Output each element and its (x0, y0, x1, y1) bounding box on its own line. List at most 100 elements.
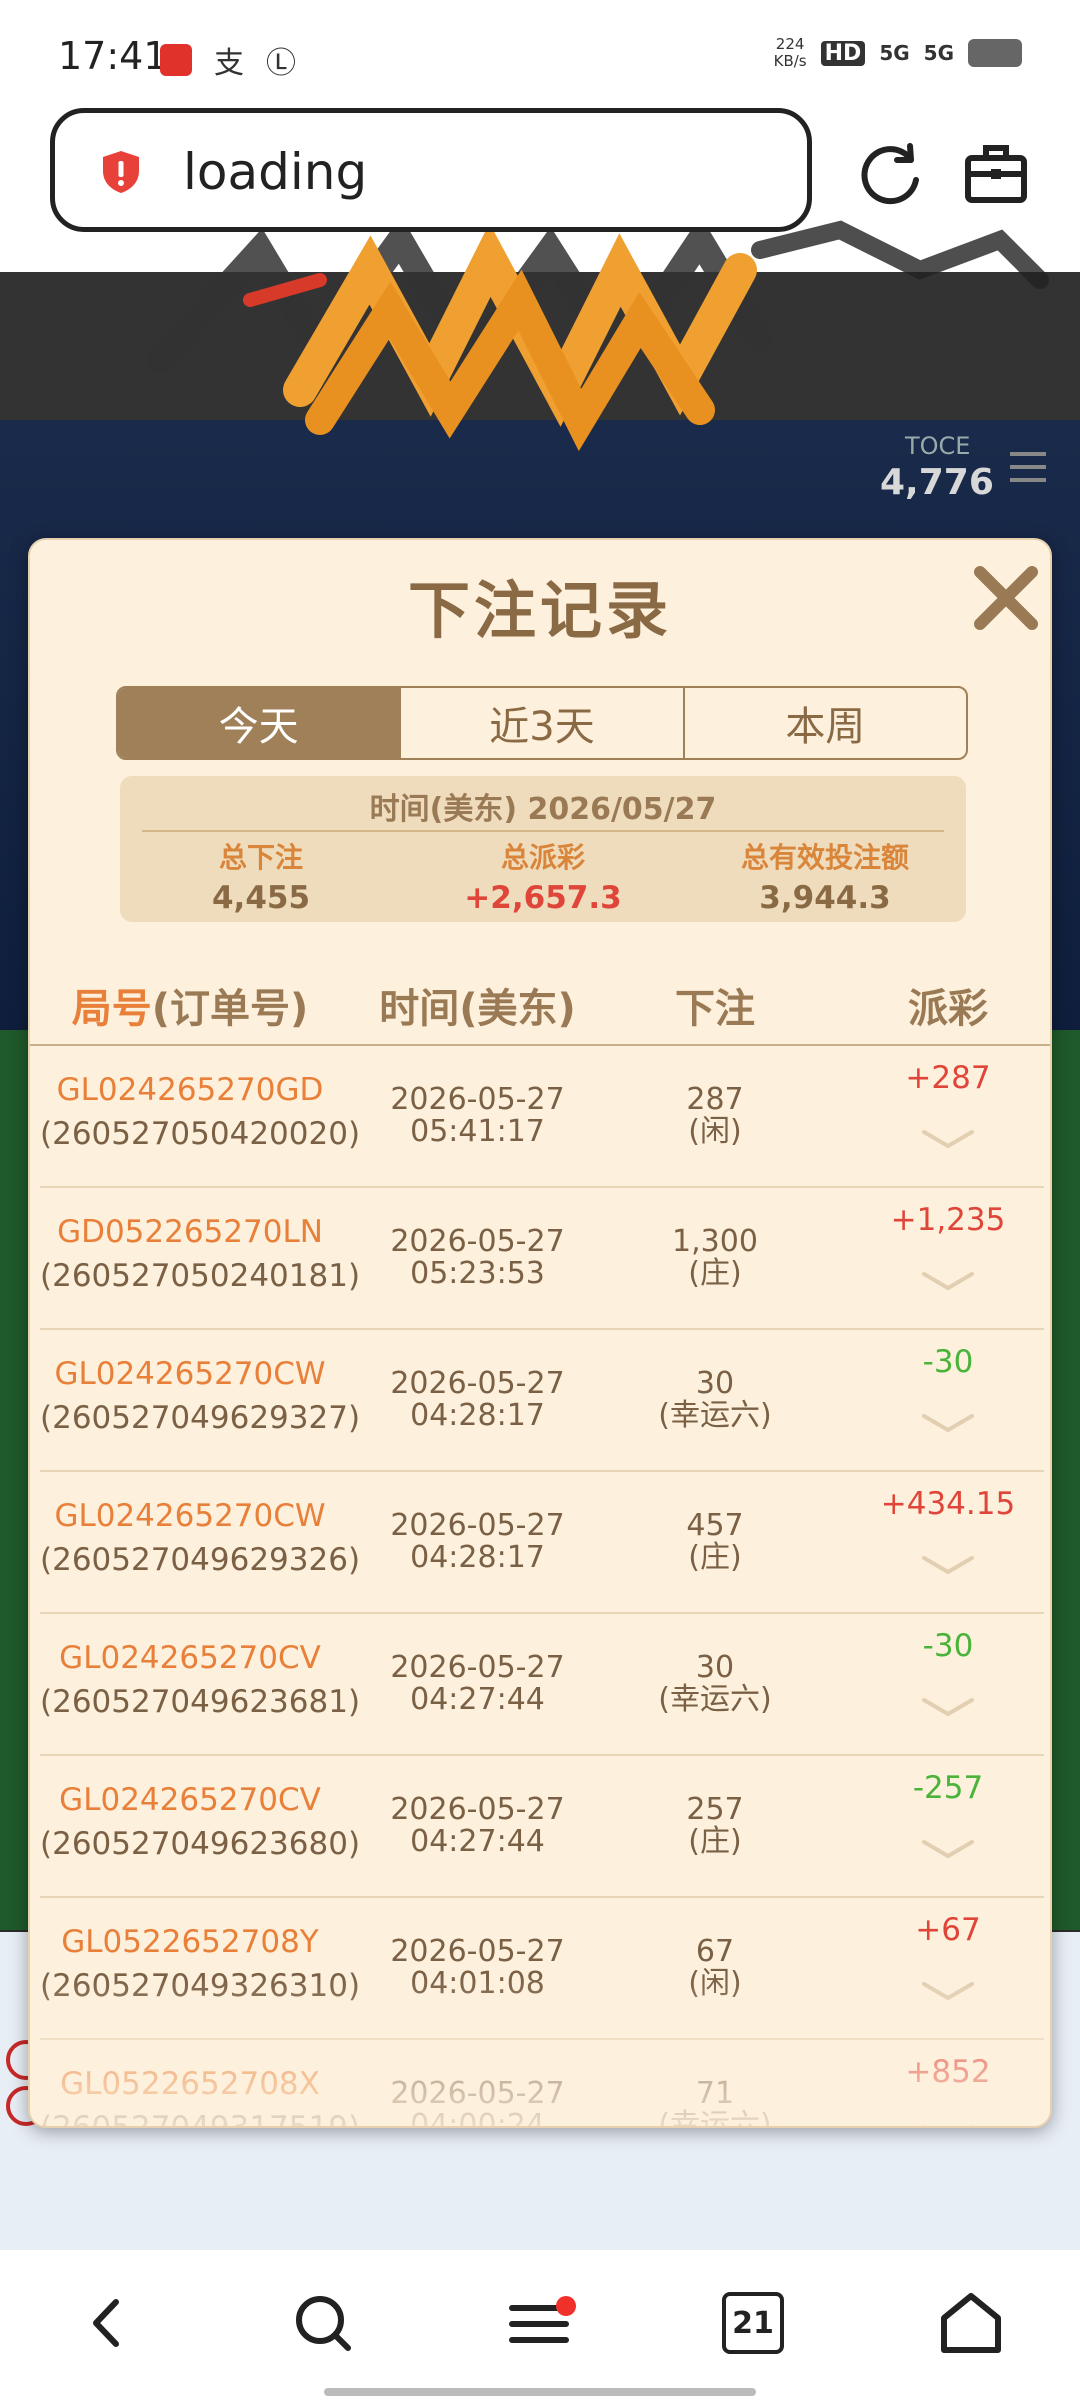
summary-divider (142, 830, 944, 832)
bet-date: 2026-05-27 (390, 1508, 565, 1543)
total-bet-value: 4,455 (211, 880, 311, 916)
bet-side: (庄) (688, 1824, 742, 1859)
order-cell: GL024265270CV (260527049623681) (40, 1640, 361, 1720)
search-icon[interactable] (288, 2288, 358, 2358)
total-valid-value: 3,944.3 (759, 880, 891, 916)
bet-cell: 30 (幸运六) (615, 1652, 815, 1716)
table-row[interactable]: GL0522652708Y (260527049326310) 2026-05-27… (40, 1898, 1044, 2040)
close-icon[interactable] (968, 560, 1044, 636)
summary-panel: 时间(美东) 2026/05/27 总下注 4,455 总派彩 +2,657.3… (120, 776, 966, 922)
bet-amount: 67 (695, 1934, 735, 1969)
bet-record-dialog: 下注记录 今天 近3天 本周 时间(美东) 2026/05/27 总下注 4,4… (28, 538, 1052, 2128)
order-number: (260527049629326) (40, 1542, 361, 1578)
chevron-down-icon[interactable] (920, 1980, 976, 2002)
bet-amount: 1,300 (672, 1224, 758, 1259)
time-cell: 2026-05-27 04:01:08 (340, 1936, 615, 2000)
tab-this-week[interactable]: 本周 (685, 688, 966, 758)
summary-date: 时间(美东) 2026/05/27 (369, 792, 717, 827)
toolbox-icon[interactable] (962, 140, 1030, 206)
order-cell: GL024265270GD (260527050420020) (40, 1072, 361, 1152)
order-cell: GD052265270LN (260527050240181) (40, 1214, 360, 1294)
bet-cell: 30 (幸运六) (615, 1368, 815, 1432)
bet-amount: 71 (695, 2076, 735, 2111)
bet-amount: 257 (686, 1792, 744, 1827)
table-row[interactable]: GD052265270LN (260527050240181) 2026-05-27… (40, 1188, 1044, 1330)
order-cell: GL024265270CV (260527049623680) (40, 1782, 361, 1862)
address-text: loading (183, 143, 368, 201)
bet-amount: 30 (695, 1366, 735, 1401)
order-number: (260527050420020) (40, 1116, 361, 1152)
shield-icon (103, 151, 139, 193)
order-number: (260527049326310) (40, 1968, 361, 2004)
payout-amount: -30 (922, 1628, 974, 1664)
order-cell: GL0522652708Y (260527049326310) (40, 1924, 361, 2004)
order-number: (260527049623680) (40, 1826, 361, 1862)
total-payout-label: 总派彩 (500, 841, 585, 874)
address-bar[interactable]: loading (50, 108, 812, 232)
order-cell: GL024265270CW (260527049629326) (40, 1498, 361, 1578)
table-row[interactable]: GL024265270CW (260527049629326) 2026-05-27… (40, 1472, 1044, 1614)
home-icon[interactable] (936, 2288, 1006, 2358)
balance-value: 4,776 (880, 462, 994, 503)
time-cell: 2026-05-27 04:27:44 (340, 1794, 615, 1858)
order-number: (260527049629327) (40, 1400, 361, 1436)
total-valid-label: 总有效投注额 (740, 841, 909, 874)
app-notification-icon: Ⓛ (266, 46, 296, 81)
reload-icon[interactable] (858, 140, 924, 206)
back-icon[interactable] (72, 2288, 142, 2358)
header-order: 局号(订单号) (71, 986, 309, 1032)
bet-side: (幸运六) (658, 2108, 772, 2128)
time-cell: 2026-05-27 05:23:53 (340, 1226, 615, 1290)
table-row[interactable]: GL0522652708X (260527049317519) 2026-05-27… (40, 2040, 1044, 2128)
chevron-down-icon[interactable] (920, 1696, 976, 1718)
bet-date: 2026-05-27 (390, 1082, 565, 1117)
chevron-down-icon[interactable] (920, 2122, 976, 2128)
home-indicator[interactable] (324, 2388, 756, 2396)
round-id: GL024265270CW (54, 1498, 326, 1534)
payout-amount: -257 (912, 1770, 984, 1806)
signal-icon-2: 5G (923, 41, 954, 65)
round-id: GL024265270GD (56, 1072, 324, 1108)
bet-date: 2026-05-27 (390, 2076, 565, 2111)
round-id: GL024265270CV (59, 1782, 321, 1818)
round-id: GL0522652708X (60, 2066, 320, 2102)
bet-cell: 1,300 (庄) (615, 1226, 815, 1290)
bet-time: 04:28:17 (410, 1398, 545, 1433)
bet-side: (幸运六) (658, 1398, 772, 1433)
round-id: GL0522652708Y (61, 1924, 319, 1960)
battery-icon (968, 39, 1022, 67)
bet-side: (庄) (688, 1256, 742, 1291)
bottom-nav: 21 (0, 2250, 1080, 2400)
chevron-down-icon[interactable] (920, 1554, 976, 1576)
order-number: (260527049317519) (40, 2110, 361, 2128)
status-bar: 17:41 支 Ⓛ 224 KB/s HD 5G 5G (0, 0, 1080, 110)
order-number: (260527049623681) (40, 1684, 361, 1720)
total-payout-value: +2,657.3 (464, 880, 622, 916)
table-row[interactable]: GL024265270CV (260527049623681) 2026-05-27… (40, 1614, 1044, 1756)
chevron-down-icon[interactable] (920, 1270, 976, 1292)
payout-amount: +287 (905, 1060, 991, 1096)
total-payout: 总派彩 +2,657.3 (402, 836, 684, 916)
chevron-down-icon[interactable] (920, 1838, 976, 1860)
header-bet: 下注 (675, 986, 755, 1032)
payout-amount: +852 (905, 2054, 991, 2090)
alipay-icon: 支 (214, 46, 244, 81)
payout-amount: -30 (922, 1344, 974, 1380)
bet-side: (闲) (688, 1966, 742, 2001)
bet-date: 2026-05-27 (390, 1650, 565, 1685)
payout-amount: +1,235 (890, 1202, 1006, 1238)
tabs-icon[interactable]: 21 (722, 2292, 784, 2354)
bet-cell: 67 (闲) (615, 1936, 815, 2000)
tab-last-3-days[interactable]: 近3天 (401, 688, 685, 758)
table-row[interactable]: GL024265270CW (260527049629327) 2026-05-27… (40, 1330, 1044, 1472)
bet-amount: 30 (695, 1650, 735, 1685)
chevron-down-icon[interactable] (920, 1128, 976, 1150)
time-cell: 2026-05-27 05:41:17 (340, 1084, 615, 1148)
chevron-down-icon[interactable] (920, 1412, 976, 1434)
tab-today[interactable]: 今天 (118, 688, 402, 758)
table-row[interactable]: GL024265270CV (260527049623680) 2026-05-27… (40, 1756, 1044, 1898)
bet-date: 2026-05-27 (390, 1366, 565, 1401)
time-cell: 2026-05-27 04:28:17 (340, 1510, 615, 1574)
table-row[interactable]: GL024265270GD (260527050420020) 2026-05-27… (40, 1046, 1044, 1188)
bet-date: 2026-05-27 (390, 1934, 565, 1969)
